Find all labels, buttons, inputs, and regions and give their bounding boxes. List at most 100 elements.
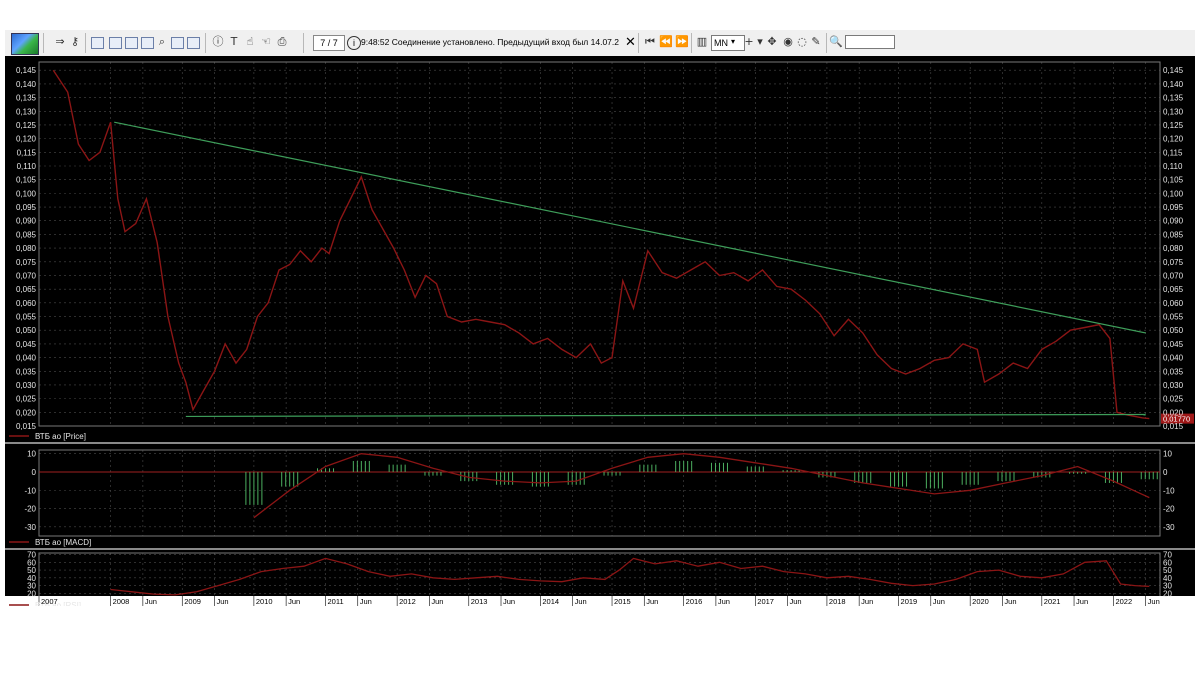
time-tick-label: Jun bbox=[503, 597, 515, 606]
arrow-right-icon[interactable]: ⇒ bbox=[53, 35, 67, 49]
app-logo[interactable] bbox=[11, 33, 39, 55]
time-tick-label: Jun bbox=[933, 597, 945, 606]
save-icon[interactable] bbox=[91, 37, 104, 49]
back-icon[interactable]: ⏪ bbox=[659, 35, 673, 49]
table-icon[interactable] bbox=[141, 37, 154, 49]
y-tick-label-right: 0,095 bbox=[1163, 203, 1184, 212]
bar-chart-icon[interactable]: ▥ bbox=[695, 35, 709, 49]
time-tick-label: Jun bbox=[646, 597, 658, 606]
chart-area[interactable]: 0,015 0,0150,020 0,0200,025 0,0250,030 0,030… bbox=[5, 56, 1195, 606]
ruler-icon[interactable]: ✎ bbox=[809, 35, 823, 49]
search-input[interactable] bbox=[845, 35, 895, 49]
y-tick-label-left: 0,015 bbox=[16, 422, 37, 431]
status-text: 9:48:52 Соединение установлено. Предыдущ… bbox=[361, 37, 619, 47]
y-tick-label-left: 0,075 bbox=[16, 258, 37, 267]
y-tick-label-right: 0,135 bbox=[1163, 94, 1184, 103]
page-counter: 7 / 7 bbox=[313, 35, 345, 51]
y-tick-label-right: 0,045 bbox=[1163, 340, 1184, 349]
y-tick-label-left: 0,135 bbox=[16, 94, 37, 103]
y-tick-label-right: 0,110 bbox=[1163, 162, 1183, 171]
toolbar: ⇒ ⚷ ⌕ ⓘ T ☝ ☜ ⎙ 7 / 7 i 9:48:52 Соединен… bbox=[5, 30, 1195, 57]
window-icon[interactable] bbox=[125, 37, 138, 49]
toolbar-separator bbox=[303, 33, 304, 53]
time-tick-label: Jun bbox=[1076, 597, 1088, 606]
period-select[interactable]: MN bbox=[711, 35, 745, 51]
y-tick-label-left: 0,140 bbox=[16, 80, 37, 89]
y-tick-label-right: 0 bbox=[1163, 468, 1168, 477]
keys-icon[interactable]: ⚷ bbox=[68, 35, 82, 49]
print-icon[interactable]: ⎙ bbox=[275, 35, 289, 49]
time-tick-label: 2020 bbox=[972, 597, 989, 606]
search-doc-icon[interactable]: ⌕ bbox=[155, 35, 169, 49]
y-tick-label-right: 0,140 bbox=[1163, 80, 1184, 89]
y-tick-label-left: 0,045 bbox=[16, 340, 37, 349]
circle-icon[interactable]: ◌ bbox=[795, 35, 809, 49]
time-tick-label: 2021 bbox=[1044, 597, 1061, 606]
info-icon: i bbox=[347, 36, 361, 50]
toolbar-separator bbox=[85, 33, 86, 53]
y-tick-label-left: 0,130 bbox=[16, 107, 37, 116]
y-tick-label-left: 0,050 bbox=[16, 326, 37, 335]
chart-icon[interactable] bbox=[171, 37, 184, 49]
zoom-icon[interactable]: 🔍 bbox=[829, 35, 843, 49]
chart-window: ⇒ ⚷ ⌕ ⓘ T ☝ ☜ ⎙ 7 / 7 i 9:48:52 Соединен… bbox=[5, 30, 1195, 606]
y-tick-label-left: 0,095 bbox=[16, 203, 37, 212]
y-tick-label-left: 0,070 bbox=[16, 271, 37, 280]
y-tick-label-right: 0,065 bbox=[1163, 285, 1184, 294]
y-tick-label-left: 0,040 bbox=[16, 354, 37, 363]
close-icon[interactable]: ✕ bbox=[625, 34, 636, 50]
time-tick-label: Jun bbox=[431, 597, 443, 606]
y-tick-label-left: 0,125 bbox=[16, 121, 37, 130]
y-tick-label-right: 0,060 bbox=[1163, 299, 1184, 308]
y-tick-label-right: 20 bbox=[1163, 589, 1172, 598]
y-tick-label-right: 0,040 bbox=[1163, 354, 1184, 363]
hand-icon[interactable]: ☝ bbox=[243, 35, 257, 49]
y-tick-label-right: 0,055 bbox=[1163, 313, 1184, 322]
text-icon[interactable]: T bbox=[227, 35, 241, 49]
y-tick-label-left: -20 bbox=[24, 505, 36, 514]
y-tick-label-left: 0,145 bbox=[16, 66, 37, 75]
hand2-icon[interactable]: ☜ bbox=[259, 35, 273, 49]
y-tick-label-left: 0,035 bbox=[16, 367, 37, 376]
y-tick-label-left: 0,065 bbox=[16, 285, 37, 294]
y-tick-label-right: 0,100 bbox=[1163, 189, 1184, 198]
y-tick-label-right: 0,025 bbox=[1163, 395, 1184, 404]
y-tick-label-left: 0,080 bbox=[16, 244, 37, 253]
forward-icon[interactable]: ⏩ bbox=[675, 35, 689, 49]
time-tick-label: Jun bbox=[216, 597, 228, 606]
y-tick-label-left: 0,055 bbox=[16, 313, 37, 322]
toolbar-separator bbox=[205, 33, 206, 53]
window-icon[interactable] bbox=[109, 37, 122, 49]
legend-label: ВТБ ао [MACD] bbox=[35, 538, 91, 547]
copy-icon[interactable] bbox=[187, 37, 200, 49]
legend-label: ВТБ ао [Price] bbox=[35, 432, 86, 441]
time-tick-label: Jun bbox=[1004, 597, 1016, 606]
move-icon[interactable]: ✥ bbox=[765, 35, 779, 49]
time-tick-label: Jun bbox=[575, 597, 587, 606]
y-tick-label-right: 0,070 bbox=[1163, 271, 1184, 280]
y-tick-label-right: -30 bbox=[1163, 523, 1175, 532]
y-tick-label-right: 0,130 bbox=[1163, 107, 1184, 116]
time-tick-label: Jun bbox=[718, 597, 730, 606]
y-tick-label-left: 0,025 bbox=[16, 395, 37, 404]
first-icon[interactable]: ⏮ bbox=[643, 35, 657, 49]
time-tick-label: 2019 bbox=[901, 597, 918, 606]
y-tick-label-right: 0,030 bbox=[1163, 381, 1184, 390]
y-tick-label-right: 0,080 bbox=[1163, 244, 1184, 253]
time-tick-label: 2015 bbox=[614, 597, 631, 606]
y-tick-label-right: 0,125 bbox=[1163, 121, 1184, 130]
chevron-down-icon[interactable]: ▾ bbox=[731, 35, 735, 49]
y-tick-label-left: -30 bbox=[24, 523, 36, 532]
y-tick-label-left: 0 bbox=[32, 468, 37, 477]
time-tick-label: 2012 bbox=[399, 597, 416, 606]
time-tick-label: 2010 bbox=[256, 597, 273, 606]
time-tick-label: 2016 bbox=[686, 597, 703, 606]
y-tick-label-left: 0,085 bbox=[16, 230, 37, 239]
y-tick-label-left: 0,020 bbox=[16, 408, 37, 417]
info-icon[interactable]: ⓘ bbox=[211, 35, 225, 49]
time-tick-label: Jun bbox=[145, 597, 157, 606]
time-tick-label: 2007 bbox=[41, 597, 58, 606]
target-icon[interactable]: ◉ bbox=[781, 35, 795, 49]
y-tick-label-right: -10 bbox=[1163, 486, 1175, 495]
time-tick-label: Jun bbox=[790, 597, 802, 606]
